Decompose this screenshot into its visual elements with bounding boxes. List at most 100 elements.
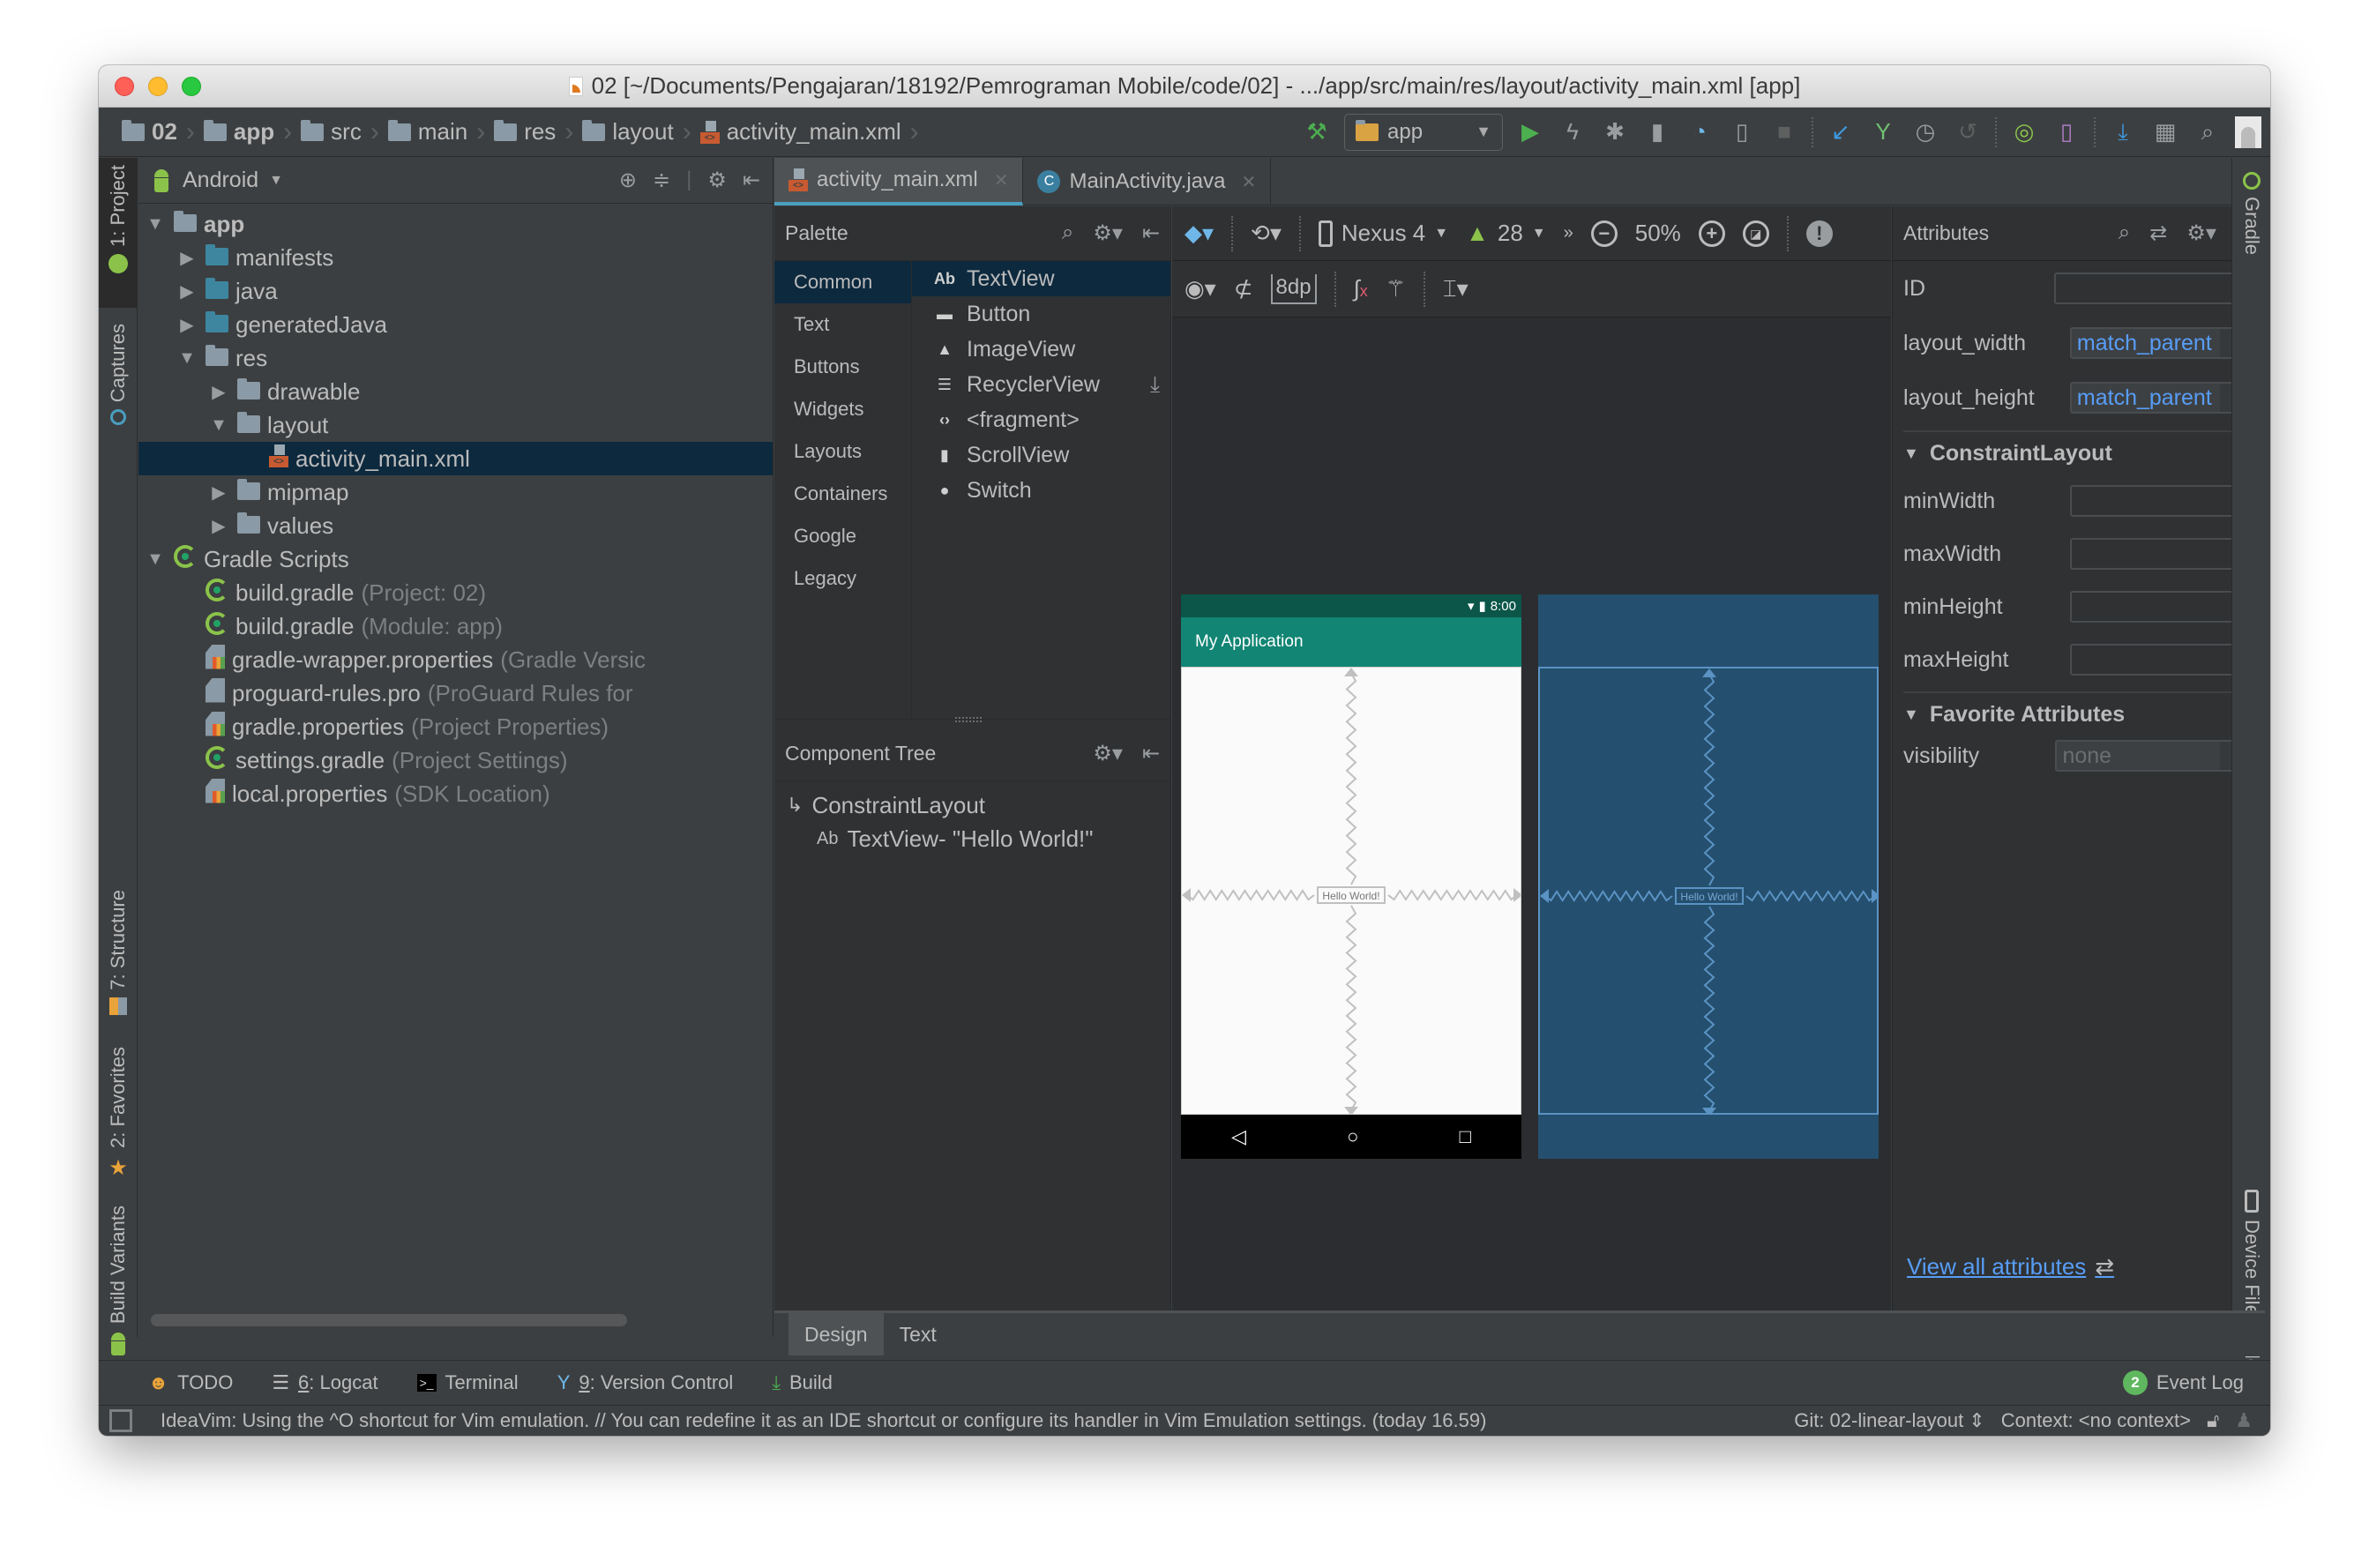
autoconnect-icon[interactable]: ⊄: [1234, 275, 1253, 302]
todo-tool-button[interactable]: ☻ TODO: [148, 1371, 233, 1394]
search-icon[interactable]: ⌕: [2119, 220, 2130, 246]
gear-icon[interactable]: ⚙▾: [2186, 220, 2216, 246]
run-configuration-select[interactable]: app ▼: [1344, 113, 1503, 151]
palette-category[interactable]: Google: [774, 515, 911, 557]
search-icon[interactable]: ⌕: [2193, 117, 2223, 147]
hide-panel-icon[interactable]: ⇤: [1142, 220, 1160, 246]
expanded-arrow-icon[interactable]: ▼: [146, 214, 165, 235]
maxwidth-field[interactable]: [2070, 538, 2253, 570]
tree-item[interactable]: ▶gradle-wrapper.properties(Gradle Versic: [138, 643, 773, 676]
project-structure-icon[interactable]: ▦: [2150, 117, 2180, 147]
vcs-revert-icon[interactable]: ↺: [1953, 117, 1983, 147]
component-tree-item[interactable]: Ab TextView- "Hello World!": [787, 822, 1170, 855]
gear-icon[interactable]: ⚙▾: [1093, 220, 1123, 246]
visibility-select[interactable]: none ▼: [2055, 740, 2253, 772]
tree-item[interactable]: ▶gradle.properties(Project Properties): [138, 710, 773, 743]
tree-item[interactable]: ▼ app: [138, 207, 773, 241]
view-all-attributes-link[interactable]: View all attributes ⇄: [1907, 1253, 2114, 1281]
make-hammer-icon[interactable]: ⚒: [1302, 117, 1332, 147]
infer-constraints-icon[interactable]: ⚚: [1386, 275, 1406, 302]
tree-item[interactable]: ▶ values: [138, 509, 773, 542]
project-tool-button[interactable]: 1: Project: [99, 158, 138, 308]
breadcrumb-item[interactable]: res: [487, 118, 563, 146]
hide-panel-icon[interactable]: ⇤: [1142, 741, 1160, 766]
collapsed-arrow-icon[interactable]: ▶: [177, 280, 197, 302]
breadcrumb-item[interactable]: layout: [575, 118, 680, 146]
apply-changes-icon[interactable]: ϟ: [1558, 117, 1588, 147]
tree-item[interactable]: ▶ java: [138, 274, 773, 308]
palette-item[interactable]: ▬ Button: [912, 296, 1170, 332]
vcs-update-icon[interactable]: ↙: [1826, 117, 1856, 147]
tree-item[interactable]: ▶build.gradle(Module: app): [138, 609, 773, 643]
collapsed-arrow-icon[interactable]: ▶: [177, 314, 197, 336]
chevron-down-icon[interactable]: ▼: [269, 173, 283, 189]
minwidth-field[interactable]: [2070, 485, 2253, 517]
build-variants-tool-button[interactable]: Build Variants: [99, 1198, 138, 1356]
captures-tool-button[interactable]: Captures: [99, 317, 138, 449]
minimize-window-button[interactable]: [148, 77, 168, 96]
favorite-attributes-section-header[interactable]: ▼ Favorite Attributes: [1903, 691, 2253, 735]
palette-category[interactable]: Buttons: [774, 346, 911, 388]
zoom-out-icon[interactable]: −: [1590, 220, 1618, 247]
palette-item[interactable]: ▮ ScrollView: [912, 437, 1170, 473]
tree-item[interactable]: ▶settings.gradle(Project Settings): [138, 743, 773, 777]
maxheight-field[interactable]: [2070, 644, 2253, 676]
design-preview[interactable]: ▾ ▮ 8:00 My Application Hello World! ◁ ○…: [1181, 594, 1521, 1159]
gear-icon[interactable]: ⚙: [707, 168, 727, 193]
tree-item[interactable]: ▼ Gradle Scripts: [138, 542, 773, 576]
collapsed-arrow-icon[interactable]: ▶: [209, 381, 228, 403]
search-icon[interactable]: ⌕: [1062, 220, 1073, 246]
expanded-arrow-icon[interactable]: ▼: [146, 549, 165, 570]
palette-category[interactable]: Legacy: [774, 557, 911, 600]
default-margins-button[interactable]: 8dp: [1270, 273, 1317, 304]
breadcrumb-item[interactable]: 02: [115, 118, 184, 146]
tab-text[interactable]: Text: [884, 1313, 953, 1355]
debug-icon[interactable]: ✱: [1600, 117, 1630, 147]
palette-category[interactable]: Containers: [774, 473, 911, 515]
horizontal-scrollbar[interactable]: [151, 1314, 627, 1326]
layout-height-select[interactable]: match_parent ▼: [2069, 382, 2253, 414]
tree-item[interactable]: ▶local.properties(SDK Location): [138, 777, 773, 810]
zoom-to-fit-icon[interactable]: ◪: [1742, 220, 1769, 247]
lock-icon[interactable]: 🔓︎: [2207, 1409, 2219, 1432]
api-level-select[interactable]: ▲ 28 ▼: [1466, 220, 1546, 247]
tree-item[interactable]: ▶proguard-rules.pro(ProGuard Rules for: [138, 676, 773, 710]
design-blueprint-toggle-icon[interactable]: ◆▾: [1184, 220, 1214, 247]
tree-item[interactable]: ▶ generatedJava: [138, 308, 773, 341]
run-icon[interactable]: ▶: [1515, 117, 1545, 147]
avd-manager-icon[interactable]: ▯: [2051, 117, 2081, 147]
toggle-tool-windows-icon[interactable]: [109, 1409, 132, 1432]
version-control-tool-button[interactable]: Y 9: Version Control: [557, 1371, 734, 1394]
tree-item[interactable]: ▼ res: [138, 341, 773, 375]
hello-world-textview[interactable]: Hello World!: [1675, 887, 1744, 905]
more-overflow-icon[interactable]: »: [1564, 223, 1573, 243]
stop-icon[interactable]: ■: [1769, 117, 1799, 147]
tab-activity-main-xml[interactable]: activity_main.xml ✕: [774, 158, 1024, 205]
palette-item[interactable]: Ab TextView: [912, 261, 1170, 296]
breadcrumb-item[interactable]: app: [197, 118, 281, 146]
expanded-arrow-icon[interactable]: ▼: [177, 348, 197, 369]
collapsed-arrow-icon[interactable]: ▶: [209, 515, 228, 537]
zoom-in-icon[interactable]: +: [1698, 220, 1725, 247]
close-window-button[interactable]: [115, 77, 134, 96]
gradle-tool-button[interactable]: Gradle: [2232, 167, 2270, 273]
warning-icon[interactable]: !: [1805, 220, 1833, 247]
locate-icon[interactable]: ⊕: [619, 168, 637, 193]
profile-icon[interactable]: ▮: [1642, 117, 1672, 147]
splitter-handle[interactable]: [955, 717, 982, 722]
constraint-layout-preview[interactable]: Hello World!: [1181, 667, 1521, 1115]
tree-item[interactable]: ▶ mipmap: [138, 475, 773, 509]
guidelines-icon[interactable]: ⌶▾: [1443, 275, 1468, 303]
download-icon[interactable]: ⤓: [1150, 372, 1160, 398]
terminal-tool-button[interactable]: >_ Terminal: [416, 1371, 519, 1394]
project-view-select[interactable]: Android: [183, 168, 258, 193]
palette-category[interactable]: Layouts: [774, 430, 911, 473]
sdk-manager-icon[interactable]: ⤓: [2108, 117, 2138, 147]
palette-category[interactable]: Text: [774, 303, 911, 346]
close-icon[interactable]: ✕: [1241, 171, 1256, 193]
palette-item[interactable]: ☰ RecyclerView ⤓: [912, 367, 1170, 402]
event-log-button[interactable]: 2 Event Log: [2122, 1370, 2244, 1395]
palette-category[interactable]: Widgets: [774, 388, 911, 430]
hide-panel-icon[interactable]: ⇤: [743, 168, 760, 193]
collapsed-arrow-icon[interactable]: ▶: [177, 247, 197, 269]
